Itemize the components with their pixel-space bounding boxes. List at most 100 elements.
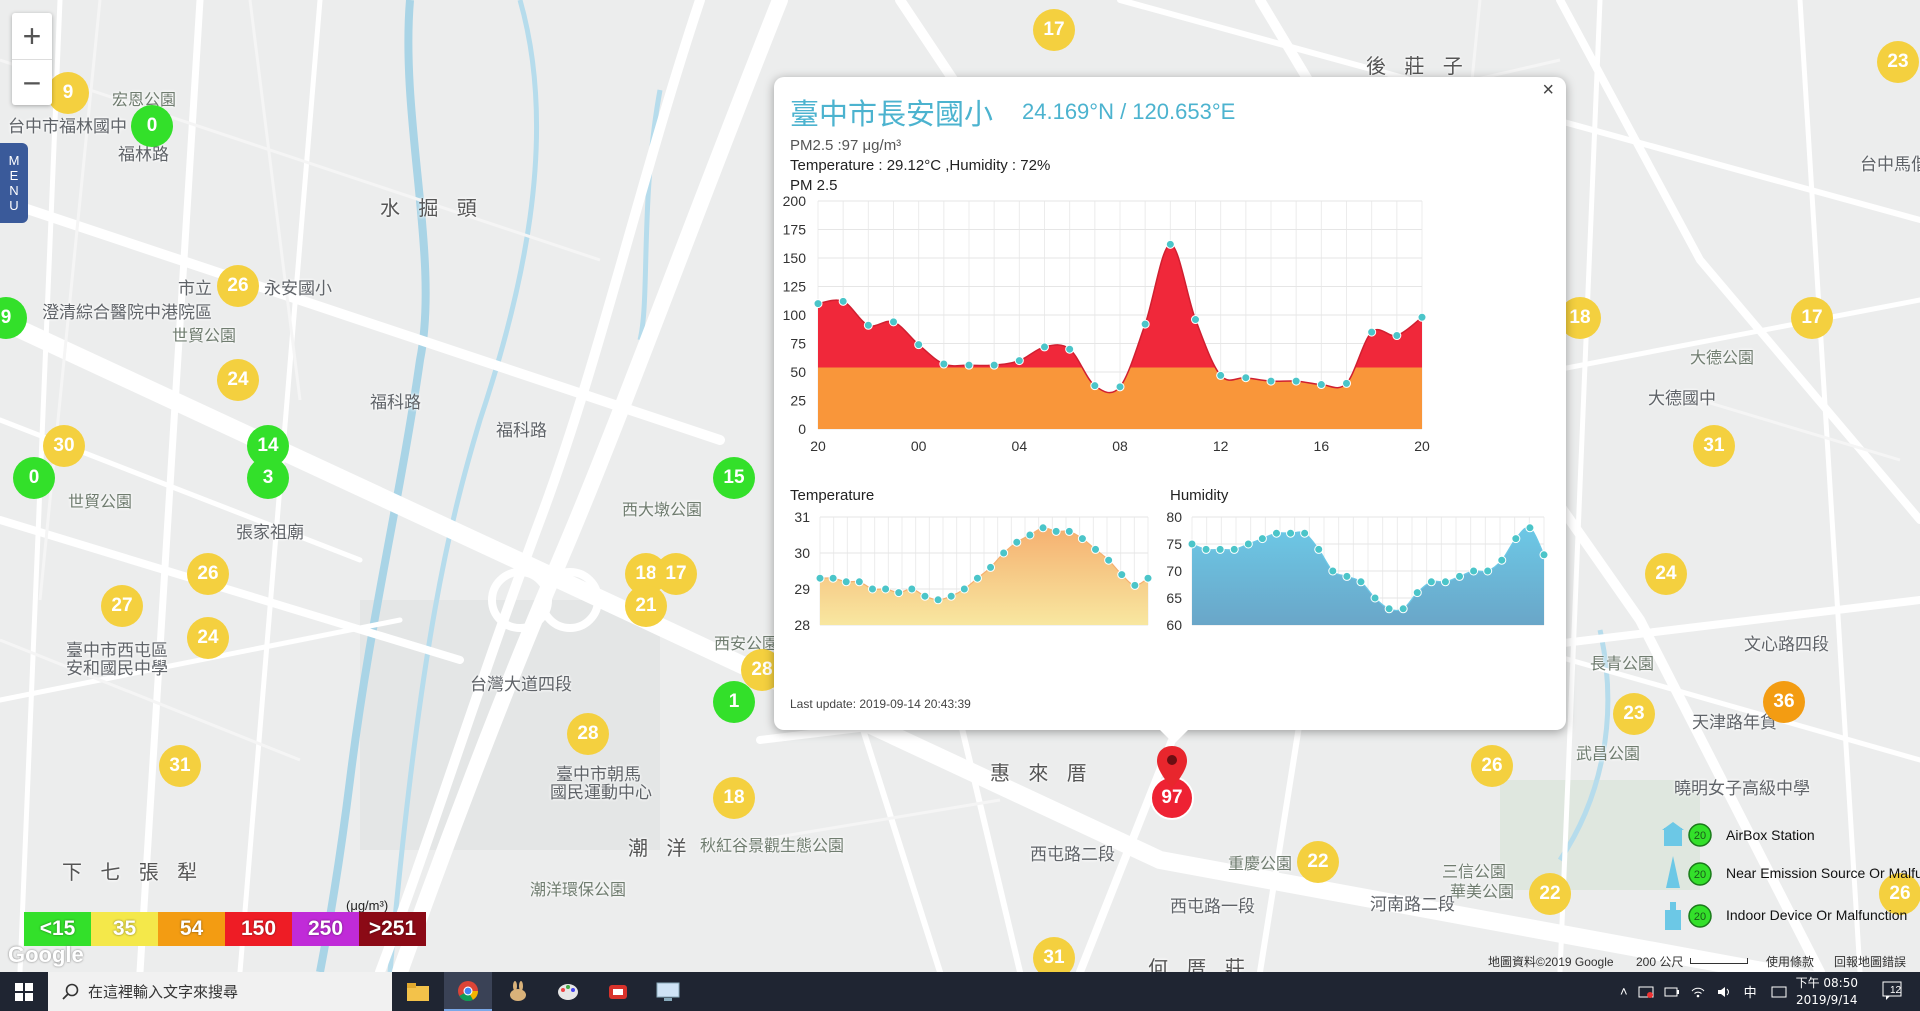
terms-link[interactable]: 使用條款	[1766, 953, 1814, 970]
data-point	[1140, 319, 1150, 329]
paint-app-taskbar-button[interactable]	[544, 972, 592, 1011]
aqi-station-marker[interactable]: 24	[1645, 553, 1687, 595]
aqi-station-marker[interactable]: 3	[247, 457, 289, 499]
network-alert-icon[interactable]	[1638, 985, 1654, 999]
action-center-button[interactable]: 12	[1882, 981, 1906, 1005]
keyboard-icon[interactable]	[1771, 984, 1787, 1000]
popup-pointer	[1160, 730, 1188, 744]
aqi-station-marker[interactable]: 28	[567, 713, 609, 755]
data-point	[1201, 544, 1211, 554]
y-tick-label: 30	[794, 545, 810, 561]
map-place-label: 澄清綜合醫院中港院區	[42, 303, 212, 323]
windows-start-button[interactable]	[0, 972, 48, 1011]
x-tick-label: 00	[911, 438, 927, 453]
aqi-station-marker[interactable]: 17	[1791, 297, 1833, 339]
chevron-up-icon[interactable]: ˄	[1620, 984, 1628, 999]
x-tick-label: 08	[1112, 438, 1128, 453]
map-place-label: 世貿公園	[172, 326, 237, 345]
app-taskbar-button[interactable]	[494, 972, 542, 1011]
selected-location-pin-icon[interactable]	[1157, 746, 1187, 788]
data-point	[1077, 534, 1087, 544]
taskbar-search-box[interactable]: 在這裡輸入文字來搜尋	[48, 972, 392, 1011]
legend-airbox-station: 20 AirBox Station	[1660, 818, 1815, 852]
zoom-in-button[interactable]: +	[12, 13, 52, 59]
aqi-station-marker[interactable]: 17	[1033, 9, 1075, 51]
data-point	[1392, 331, 1402, 341]
aqi-station-marker[interactable]: 31	[1033, 937, 1075, 972]
map-place-label: 台中市福林國中	[8, 117, 127, 137]
menu-tab[interactable]: M E N U	[0, 143, 28, 223]
aqi-station-marker[interactable]: 0	[13, 457, 55, 499]
map-place-label: 何 厝 莊	[1148, 956, 1251, 972]
aqi-station-marker[interactable]: 26	[217, 265, 259, 307]
aqi-station-marker[interactable]: 24	[217, 359, 259, 401]
aqi-station-marker[interactable]: 23	[1613, 693, 1655, 735]
map-place-label: 武昌公園	[1576, 744, 1641, 763]
station-name: 臺中市長安國小	[790, 97, 994, 131]
legend-near-emission: 20 Near Emission Source Or Malfunction	[1660, 856, 1920, 890]
map-place-label: 西屯路二段	[1030, 845, 1115, 865]
aqi-station-marker[interactable]: 21	[625, 585, 667, 627]
aqi-station-marker[interactable]: 22	[1297, 841, 1339, 883]
data-point	[1187, 539, 1197, 549]
menu-letter: M	[8, 153, 20, 168]
aqi-station-marker[interactable]: 23	[1877, 41, 1919, 83]
data-point	[964, 360, 974, 370]
aqi-station-marker[interactable]: 30	[43, 425, 85, 467]
ime-indicator[interactable]: 中	[1744, 982, 1757, 1001]
data-point	[1038, 523, 1048, 533]
data-point	[989, 360, 999, 370]
data-point	[894, 588, 904, 598]
data-point	[1356, 577, 1366, 587]
aqi-station-marker[interactable]: 9	[47, 72, 89, 114]
data-point	[838, 296, 848, 306]
data-point	[1291, 376, 1301, 386]
google-logo: Google	[8, 942, 84, 967]
aqi-station-marker[interactable]: 22	[1529, 873, 1571, 915]
taskbar-clock[interactable]: 下午 08:50 2019/9/14	[1796, 975, 1858, 1009]
aqi-station-marker[interactable]: 36	[1763, 681, 1805, 723]
zoom-out-button[interactable]: −	[12, 59, 52, 106]
report-map-error-link[interactable]: 回報地圖錯誤	[1834, 953, 1906, 970]
monitor-icon	[656, 982, 680, 1001]
x-tick-label: 20	[1414, 438, 1430, 453]
aqi-level: <15	[24, 912, 91, 946]
aqi-station-marker[interactable]: 31	[1693, 425, 1735, 467]
data-point	[1104, 555, 1114, 565]
aqi-station-marker[interactable]: 18	[713, 777, 755, 819]
y-tick-label: 75	[790, 336, 806, 352]
battery-icon[interactable]	[1664, 985, 1680, 999]
data-point	[1051, 526, 1061, 536]
data-point	[1316, 380, 1326, 390]
aqi-level: 250	[292, 912, 359, 946]
popup-close-button[interactable]: ×	[1542, 79, 1554, 102]
data-point	[815, 573, 825, 583]
file-explorer-taskbar-button[interactable]	[394, 972, 442, 1011]
aqi-station-marker[interactable]: 17	[655, 553, 697, 595]
map-canvas[interactable]: 水 掘 頭後 莊 子下 七 張 犁惠 來 厝潮 洋何 厝 莊宏恩公園 台中市福林國…	[0, 0, 1920, 972]
data-point	[1165, 239, 1175, 249]
data-point	[920, 591, 930, 601]
aqi-station-marker[interactable]: 1	[713, 681, 755, 723]
aqi-station-marker[interactable]: 15	[713, 457, 755, 499]
map-place-label: 天津路年貨	[1692, 713, 1777, 733]
wifi-icon[interactable]	[1690, 985, 1706, 999]
volume-icon[interactable]	[1716, 985, 1732, 999]
aqi-station-marker[interactable]: 27	[101, 585, 143, 627]
y-tick-label: 29	[794, 581, 810, 597]
aqi-station-marker[interactable]: 26	[187, 553, 229, 595]
red-app-taskbar-button[interactable]	[594, 972, 642, 1011]
aqi-station-marker[interactable]: 0	[131, 105, 173, 147]
chrome-taskbar-button[interactable]	[444, 972, 492, 1011]
data-point	[1417, 312, 1427, 322]
data-point	[946, 591, 956, 601]
aqi-level: >251	[359, 912, 426, 946]
data-point	[1497, 555, 1507, 565]
aqi-station-marker[interactable]: 31	[159, 745, 201, 787]
map-place-label: 台中馬偕	[1860, 155, 1920, 175]
aqi-station-marker[interactable]: 26	[1471, 745, 1513, 787]
temperature-chart-label: Temperature	[790, 487, 875, 504]
window-app-taskbar-button[interactable]	[644, 972, 692, 1011]
data-point	[914, 340, 924, 350]
aqi-station-marker[interactable]: 24	[187, 617, 229, 659]
